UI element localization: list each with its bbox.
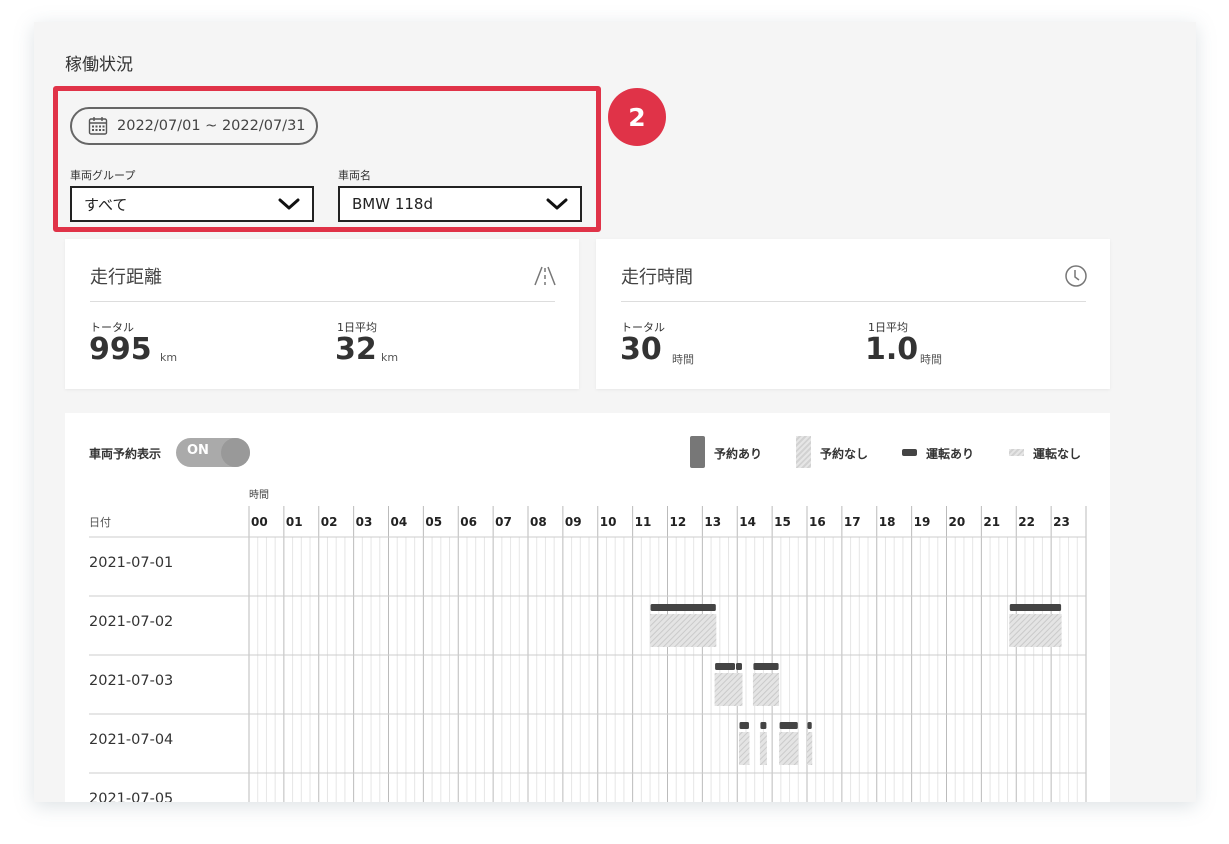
- time-total-value: 30: [620, 332, 662, 367]
- schedule-panel: 車両予約表示 ON 予約あり 予約なし 運転あり 運転なし 時間 日付 00 01…: [65, 413, 1110, 802]
- hour-label: 23: [1053, 515, 1070, 529]
- reservation-block: [650, 614, 717, 647]
- time-avg-unit: 時間: [920, 353, 942, 366]
- hour-label: 03: [356, 515, 373, 529]
- reservation-block: [752, 673, 780, 706]
- distance-total-value: 995: [89, 332, 152, 367]
- vehicle-group-select[interactable]: すべて: [70, 186, 314, 222]
- schedule-grid: 00 01 02 03 04 05 06 07 08 09 10 11 12 13 14 15 16 17 18 19…: [89, 506, 1087, 802]
- distance-card: 走行距離 トータル 995 km 1日平均 32 km: [65, 239, 579, 389]
- hour-label: 02: [321, 515, 338, 529]
- main-panel: 稼働状況 2022/07/01 ~ 2022/07/31 車両グループ すべて …: [34, 22, 1196, 802]
- reservation-block: [738, 732, 750, 765]
- filter-section: 2022/07/01 ~ 2022/07/31 車両グループ すべて 車両名 B…: [53, 86, 601, 232]
- distance-total-unit: km: [160, 351, 178, 364]
- driving-bar: [760, 722, 767, 729]
- reservation-block: [807, 732, 813, 765]
- card-divider: [621, 301, 1086, 302]
- hour-label: 18: [879, 515, 896, 529]
- hour-label: 12: [670, 515, 687, 529]
- reservation-block: [759, 732, 767, 765]
- vehicle-name-label: 車両名: [338, 169, 371, 182]
- hour-label: 16: [809, 515, 826, 529]
- page-title: 稼働状況: [65, 55, 133, 75]
- driving-bar: [1009, 604, 1062, 611]
- chevron-down-icon: [278, 198, 300, 210]
- reservation-block: [714, 673, 743, 706]
- hour-label: 14: [739, 515, 756, 529]
- time-avg-value: 1.0: [865, 332, 919, 367]
- vehicle-group-value: すべて: [84, 195, 128, 214]
- hour-label: 07: [495, 515, 512, 529]
- driving-bar: [779, 722, 798, 729]
- distance-avg-value: 32: [335, 332, 377, 367]
- hour-label: 01: [286, 515, 303, 529]
- card-divider: [90, 301, 555, 302]
- driving-bar: [807, 722, 812, 729]
- hour-label: 05: [425, 515, 442, 529]
- vehicle-name-select[interactable]: BMW 118d: [338, 186, 582, 222]
- hour-label: 11: [635, 515, 652, 529]
- drive-time-card: 走行時間 トータル 30 時間 1日平均 1.0 時間: [596, 239, 1110, 389]
- driving-bar: [739, 722, 749, 729]
- vehicle-group-label: 車両グループ: [70, 169, 136, 182]
- row-date: 2021-07-04: [89, 732, 174, 748]
- hour-label: 04: [391, 515, 408, 529]
- hour-label: 08: [530, 515, 547, 529]
- hour-label: 00: [251, 515, 268, 529]
- road-icon: [534, 266, 556, 286]
- driving-bar: [650, 604, 716, 611]
- chevron-down-icon: [546, 198, 568, 210]
- distance-card-title: 走行距離: [90, 267, 162, 288]
- hour-label: 22: [1018, 515, 1035, 529]
- hour-label: 21: [983, 515, 1000, 529]
- reservation-block: [779, 732, 799, 765]
- hour-label: 20: [949, 515, 966, 529]
- distance-avg-unit: km: [381, 351, 399, 364]
- hour-label: 06: [460, 515, 477, 529]
- hour-label: 09: [565, 515, 582, 529]
- date-range-picker[interactable]: 2022/07/01 ~ 2022/07/31: [70, 107, 318, 145]
- hour-label: 15: [774, 515, 791, 529]
- time-total-unit: 時間: [672, 353, 694, 366]
- hour-label: 10: [600, 515, 617, 529]
- row-date: 2021-07-05: [89, 791, 174, 802]
- driving-bar: [753, 663, 779, 670]
- row-date: 2021-07-01: [89, 555, 174, 571]
- calendar-icon: [88, 117, 108, 135]
- hour-label: 13: [704, 515, 721, 529]
- hour-label: 17: [844, 515, 861, 529]
- clock-icon: [1065, 265, 1087, 287]
- row-date: 2021-07-02: [89, 614, 174, 630]
- vehicle-name-value: BMW 118d: [352, 195, 433, 213]
- drive-time-card-title: 走行時間: [621, 267, 693, 288]
- step-badge: 2: [608, 88, 666, 146]
- date-range-text: 2022/07/01 ~ 2022/07/31: [117, 118, 306, 134]
- reservation-block: [1009, 614, 1062, 647]
- driving-bar: [736, 663, 742, 670]
- hour-label: 19: [914, 515, 931, 529]
- driving-bar: [715, 663, 736, 670]
- row-date: 2021-07-03: [89, 673, 174, 689]
